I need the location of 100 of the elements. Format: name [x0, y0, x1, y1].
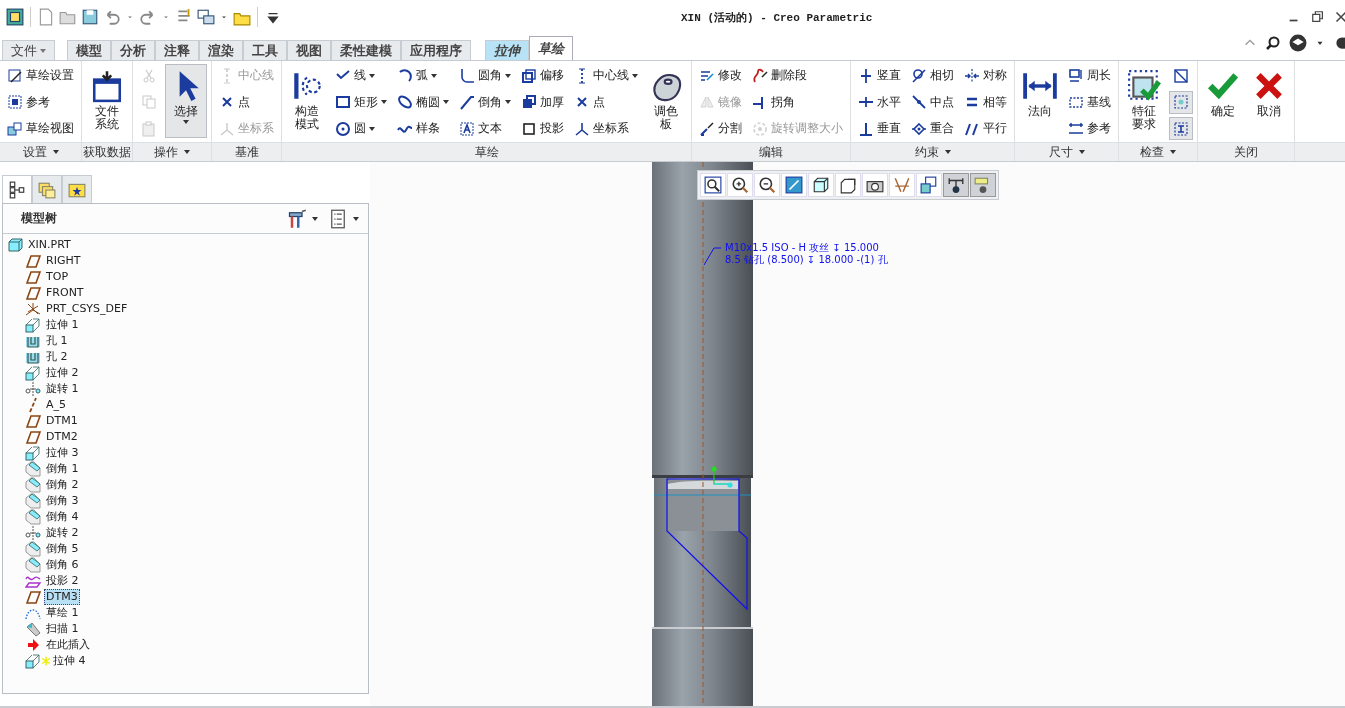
- tree-item[interactable]: 拉伸 3: [44, 445, 81, 461]
- ribbon-tab[interactable]: 应用程序: [401, 40, 471, 60]
- tool-button[interactable]: 法向: [1019, 64, 1061, 138]
- tree-item[interactable]: 倒角 1: [44, 461, 81, 477]
- tree-item[interactable]: FRONT: [44, 285, 86, 301]
- tree-item[interactable]: 投影 2: [44, 573, 81, 589]
- fillet-icon: [459, 67, 475, 84]
- tree-item[interactable]: DTM3: [44, 589, 80, 605]
- windows-icon[interactable]: [197, 8, 215, 26]
- ribbon-tab[interactable]: 拉伸: [485, 40, 529, 60]
- tool-button[interactable]: 文本: [456, 117, 514, 140]
- tool-button[interactable]: 草绘设置: [4, 64, 77, 87]
- tool-button[interactable]: 对称: [961, 64, 1010, 87]
- tool-button[interactable]: 圆: [332, 117, 390, 140]
- tree-item[interactable]: 倒角 3: [44, 493, 81, 509]
- tool-button[interactable]: 确定: [1202, 64, 1244, 138]
- tool-button[interactable]: 文件系统: [86, 64, 128, 138]
- extrude-box-icon: [25, 317, 41, 333]
- tool-button[interactable]: 平行: [961, 117, 1010, 140]
- tool-button[interactable]: 投影: [518, 117, 567, 140]
- tool-button[interactable]: 圆角: [456, 64, 514, 87]
- tree-item[interactable]: 在此插入: [44, 637, 92, 653]
- tree-item[interactable]: 拉伸 1: [44, 317, 81, 333]
- tool-button[interactable]: 椭圆: [394, 90, 452, 114]
- tool-button[interactable]: 点: [571, 90, 641, 114]
- offset-icon: [521, 67, 537, 84]
- tool-button[interactable]: 调色板: [645, 64, 687, 138]
- file-menu[interactable]: 文件: [2, 40, 55, 60]
- tool-button[interactable]: 垂直: [855, 117, 904, 140]
- panel-tab[interactable]: [62, 175, 92, 203]
- tool-button[interactable]: 参考: [1065, 117, 1114, 140]
- new-file-icon[interactable]: [37, 8, 55, 26]
- tree-item[interactable]: 倒角 6: [44, 557, 81, 573]
- tree-item[interactable]: 孔 1: [44, 333, 70, 349]
- tool-button[interactable]: 拐角: [749, 90, 846, 114]
- view-toolbar-button[interactable]: [970, 173, 996, 197]
- tool-button[interactable]: 中点: [908, 90, 957, 114]
- tree-item[interactable]: 扫描 1: [44, 621, 81, 637]
- tree-item[interactable]: TOP: [44, 269, 70, 285]
- tool-button[interactable]: 取消: [1248, 64, 1290, 138]
- tool-button[interactable]: 点: [216, 90, 277, 114]
- tool-button[interactable]: 周长: [1065, 64, 1114, 87]
- tree-item[interactable]: 草绘 1: [44, 605, 81, 621]
- ribbon-tab[interactable]: 视图: [287, 40, 331, 60]
- tool-button[interactable]: 倒角: [456, 90, 514, 114]
- ribbon-tab[interactable]: 柔性建模: [331, 40, 401, 60]
- tree-item[interactable]: XIN.PRT: [26, 237, 73, 253]
- tool-button[interactable]: 修改: [696, 64, 745, 87]
- search-icon[interactable]: [1265, 35, 1281, 51]
- close-icon[interactable]: [1335, 11, 1345, 23]
- tool-button[interactable]: 基线: [1065, 90, 1114, 114]
- tool-button[interactable]: 草绘视图: [4, 117, 77, 140]
- ribbon-tab[interactable]: 工具: [243, 40, 287, 60]
- tool-button[interactable]: 分割: [696, 117, 745, 140]
- tool-button[interactable]: 弧: [394, 64, 452, 87]
- ribbon-tab[interactable]: 注释: [155, 40, 199, 60]
- tree-item[interactable]: A_5: [44, 397, 69, 413]
- tool-button[interactable]: 相切: [908, 64, 957, 87]
- tree-item[interactable]: 旋转 2: [44, 525, 81, 541]
- tool-button[interactable]: [1169, 117, 1193, 140]
- tool-button[interactable]: 水平: [855, 90, 904, 114]
- tree-item[interactable]: 倒角 2: [44, 477, 81, 493]
- cutout-drawing: [667, 480, 739, 531]
- tool-button[interactable]: 样条: [394, 117, 452, 140]
- ribbon-tab[interactable]: 模型: [67, 40, 111, 60]
- save-icon[interactable]: [81, 8, 99, 26]
- tool-button[interactable]: 线: [332, 64, 390, 87]
- tree-item[interactable]: 旋转 1: [44, 381, 81, 397]
- tree-item[interactable]: 拉伸 2: [44, 365, 81, 381]
- sketch-view-icon: [7, 120, 23, 137]
- tool-button[interactable]: 偏移: [518, 64, 567, 87]
- ribbon-tab[interactable]: 渲染: [199, 40, 243, 60]
- app-icon[interactable]: [6, 8, 24, 26]
- tool-button[interactable]: 矩形: [332, 90, 390, 114]
- tool-button[interactable]: 重合: [908, 117, 957, 140]
- tree-item[interactable]: 孔 2: [44, 349, 70, 365]
- view-toolbar-button[interactable]: [943, 173, 969, 197]
- tree-item[interactable]: 倒角 4: [44, 509, 81, 525]
- zoom-out-icon: [758, 176, 776, 194]
- tree-item[interactable]: PRT_CSYS_DEF: [44, 301, 130, 317]
- tool-button[interactable]: 参考: [4, 90, 77, 114]
- panel-tab[interactable]: [2, 175, 32, 203]
- tool-button[interactable]: 坐标系: [571, 117, 641, 140]
- tool-button[interactable]: 选择: [165, 64, 207, 138]
- ribbon-tab[interactable]: 草绘: [529, 36, 573, 60]
- tool-button[interactable]: 特征要求: [1123, 64, 1165, 138]
- tool-button[interactable]: 相等: [961, 90, 1010, 114]
- tree-item[interactable]: DTM2: [44, 429, 80, 445]
- restore-icon[interactable]: [1311, 10, 1325, 24]
- tool-button[interactable]: 删除段: [749, 64, 846, 87]
- tool-button[interactable]: 竖直: [855, 64, 904, 87]
- tool-button[interactable]: 加厚: [518, 90, 567, 114]
- tool-button[interactable]: 构造模式: [286, 64, 328, 138]
- tree-item[interactable]: RIGHT: [44, 253, 83, 269]
- tree-item[interactable]: 倒角 5: [44, 541, 81, 557]
- tree-item[interactable]: 拉伸 4: [51, 653, 88, 669]
- tool-button[interactable]: 中心线: [571, 64, 641, 87]
- coordinate-system-icon: [25, 301, 41, 317]
- tree-item[interactable]: DTM1: [44, 413, 80, 429]
- ribbon-tab[interactable]: 分析: [111, 40, 155, 60]
